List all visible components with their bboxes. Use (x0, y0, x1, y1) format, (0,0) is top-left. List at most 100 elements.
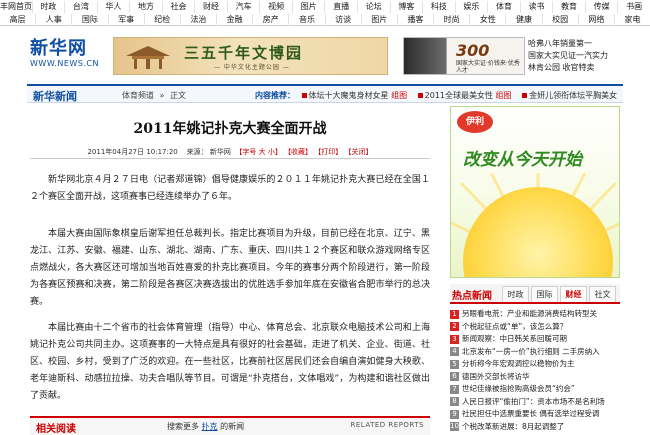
hot-news-item[interactable]: 1 另眼看电荒：产业和能源消费结构转型关 (450, 308, 620, 321)
close-link[interactable]: 【关闭】 (345, 148, 373, 156)
rank-badge: 2 (450, 322, 459, 331)
top-nav-link[interactable]: 时政 (33, 1, 66, 13)
top-nav-link[interactable]: 金融 (217, 14, 254, 26)
hot-news-item[interactable]: 7 世纪佳缘被指抢购高级会员“约会” (450, 383, 620, 396)
top-nav-link[interactable]: 地方 (130, 1, 163, 13)
top-nav-link[interactable]: 财经 (195, 1, 228, 13)
top-nav-link[interactable]: 台湾 (65, 1, 98, 13)
promo-link[interactable]: 哈弗八年销量第一 (528, 38, 646, 50)
top-nav-link[interactable]: 视频 (260, 1, 293, 13)
hot-news-item[interactable]: 10 个税改革新进展：8月起调整了 (450, 421, 620, 434)
top-nav-link[interactable]: 军事 (109, 14, 145, 26)
top-nav-link[interactable]: 图片 (293, 1, 326, 13)
related-search: 搜索更多 扑克 的新闻 (167, 421, 244, 432)
top-nav-link[interactable]: 读书 (521, 1, 554, 13)
top-nav-link[interactable]: 纪检 (145, 14, 181, 26)
hot-news-item[interactable]: 8 人民日报评“偷拍门”：资本市场不是名利场 (450, 396, 620, 409)
top-nav-link[interactable]: 社会 (163, 1, 196, 13)
promo-link[interactable]: 国家大实见证一汽实力 (528, 50, 646, 62)
hot-news-tabs: 时政 国际 财经 社文 (502, 286, 618, 302)
rank-badge: 4 (450, 347, 459, 356)
favorite-link[interactable]: 【收藏】 (284, 148, 312, 156)
hot-news-tab[interactable]: 国际 (531, 286, 558, 302)
top-nav-link[interactable]: 网络 (579, 14, 615, 26)
rank-badge: 5 (450, 359, 459, 369)
hot-news-item[interactable]: 5 分析称今年宏观调控以稳物价为主 (450, 358, 620, 371)
top-nav-link[interactable]: 国际 (72, 14, 109, 26)
hot-news-text: 新闻观察：中日韩关系回暖可期 (462, 334, 567, 343)
top-nav-link[interactable]: 丰网首页 (0, 1, 33, 13)
top-nav-link[interactable]: 传媒 (586, 1, 619, 13)
top-nav-link[interactable]: 校园 (543, 14, 579, 26)
banner-ad-culture-park[interactable]: 三五千年文博园 — 中华文化主题公园 — (113, 37, 388, 75)
promo-link[interactable]: 林肯公园 收官特卖 (528, 62, 646, 74)
search-prefix: 搜索更多 (167, 422, 199, 431)
article-source[interactable]: 新华网 (210, 148, 231, 156)
article-date: 2011年04月27日 10:17:20 (87, 148, 178, 156)
top-nav-link[interactable]: 华人 (98, 1, 131, 13)
search-suffix: 的新闻 (220, 422, 245, 431)
sidebar-ad-yili[interactable]: 伊利 改变从今天开始 (450, 106, 620, 278)
rank-badge: 9 (450, 409, 459, 419)
hot-news-item[interactable]: 3 新闻观察：中日韩关系回暖可期 (450, 333, 620, 346)
top-nav-link[interactable]: 直播 (325, 1, 359, 13)
related-title: 相关阅读 (36, 424, 76, 435)
hot-news-tab[interactable]: 财经 (560, 286, 587, 302)
top-nav-link[interactable]: 书画 (618, 1, 650, 13)
hot-news-item[interactable]: 2 个税起征点或“单”，该怎么算？ (450, 321, 620, 334)
article-paragraph: 新华网北京４月２７日电（记者郑道锦）倡导健康娱乐的２０１１年姚记扑克大赛已经在全… (30, 175, 430, 202)
hot-news-header: 热点新闻 时政 国际 财经 社文 (450, 284, 620, 304)
banner-ad-300[interactable]: 300 国家大实证·价钱来·优秀人才 (403, 37, 525, 75)
hot-news-item[interactable]: 9 社民担任中选票重要长 偶有选举过程受调 (450, 408, 620, 421)
print-link[interactable]: 【打印】 (314, 148, 342, 156)
top-nav-link[interactable]: 家电 (615, 14, 650, 26)
hot-news-tab[interactable]: 社文 (589, 286, 616, 302)
top-nav-link[interactable]: 娱乐 (456, 1, 489, 13)
bullet-icon (301, 93, 307, 98)
recommended-content: 内容推荐： 体坛十大魔鬼身材女星 组图 2011全球最美女性 组图 金妍儿领衔体… (255, 90, 625, 101)
hot-news-item[interactable]: 6 德国外交部长将访华 (450, 371, 620, 384)
font-size-small-link[interactable]: 小】 (268, 148, 282, 156)
top-nav-link[interactable]: 人事 (36, 14, 73, 26)
breadcrumb-sports[interactable]: 体育频道 (122, 91, 154, 100)
top-nav-link[interactable]: 健康 (506, 14, 543, 26)
font-size-large-link[interactable]: 大 (259, 148, 266, 156)
divider (30, 158, 430, 159)
top-nav-link[interactable]: 时尚 (434, 14, 471, 26)
breadcrumb-current: 正文 (170, 91, 186, 100)
top-nav-link[interactable]: 高层 (0, 14, 37, 26)
top-nav-link[interactable]: 音乐 (289, 14, 326, 26)
recommended-item[interactable]: 2011全球最美女性 组图 (417, 91, 512, 100)
top-nav-link[interactable]: 女性 (470, 14, 507, 26)
article-paragraph: 本届大赛由国际象棋皇后谢军担任总裁判长。指定比赛项目为升级，目前已经在北京、辽宁… (30, 229, 430, 307)
hot-news-text: 德国外交部长将访华 (462, 371, 530, 381)
article-meta: 2011年04月27日 10:17:20 来源： 新华网 【字号 大 小】 【收… (30, 147, 430, 157)
brand-logo: 伊利 (457, 111, 493, 133)
top-navigation: 丰网首页 时政 台湾 华人 地方 社会 财经 汽车 视频 图片 直播 论坛 博客 科技 娱乐 体育 读书 教育 传媒… (0, 0, 650, 26)
hot-news-text: 世纪佳缘被指抢购高级会员“约会” (462, 384, 575, 393)
top-nav-link[interactable]: 播客 (398, 14, 435, 26)
breadcrumb: 体育频道 » 正文 (122, 90, 189, 101)
top-nav-link[interactable]: 科技 (423, 1, 456, 13)
top-nav-link[interactable]: 图片 (362, 14, 398, 26)
top-nav-link[interactable]: 教育 (553, 1, 586, 13)
hot-news-text: 分析称今年宏观调控以稳物价为主 (462, 359, 575, 368)
related-english-label: RELATED REPORTS (350, 421, 424, 429)
related-reading-bar: 相关阅读 搜索更多 扑克 的新闻 RELATED REPORTS (30, 416, 430, 435)
top-nav-link[interactable]: 房产 (253, 14, 290, 26)
top-nav-link[interactable]: 论坛 (358, 1, 391, 13)
top-nav-link[interactable]: 博客 (391, 1, 424, 13)
top-nav-link[interactable]: 法治 (181, 14, 218, 26)
hot-news-text: 个税改革新进展：8月起调整了 (462, 421, 565, 431)
site-logo[interactable]: 新华网 WWW.NEWS.CN (30, 39, 112, 73)
recommended-item[interactable]: 体坛十大魔鬼身材女星 组图 (301, 91, 407, 100)
hot-news-item[interactable]: 4 北京发布“一房一价”执行细则 二手房纳入 (450, 346, 620, 359)
top-nav-link[interactable]: 访谈 (326, 14, 362, 26)
recommended-item[interactable]: 金妍儿领衔体坛平胸美女 (522, 91, 617, 100)
top-nav-link[interactable]: 汽车 (228, 1, 261, 13)
banner-title: 三五千年文博园 (184, 44, 304, 62)
hot-news-tab[interactable]: 时政 (502, 286, 529, 302)
search-keyword-link[interactable]: 扑克 (202, 422, 218, 431)
top-nav-link[interactable]: 体育 (488, 1, 521, 13)
section-title[interactable]: 新华新闻 (33, 88, 77, 104)
